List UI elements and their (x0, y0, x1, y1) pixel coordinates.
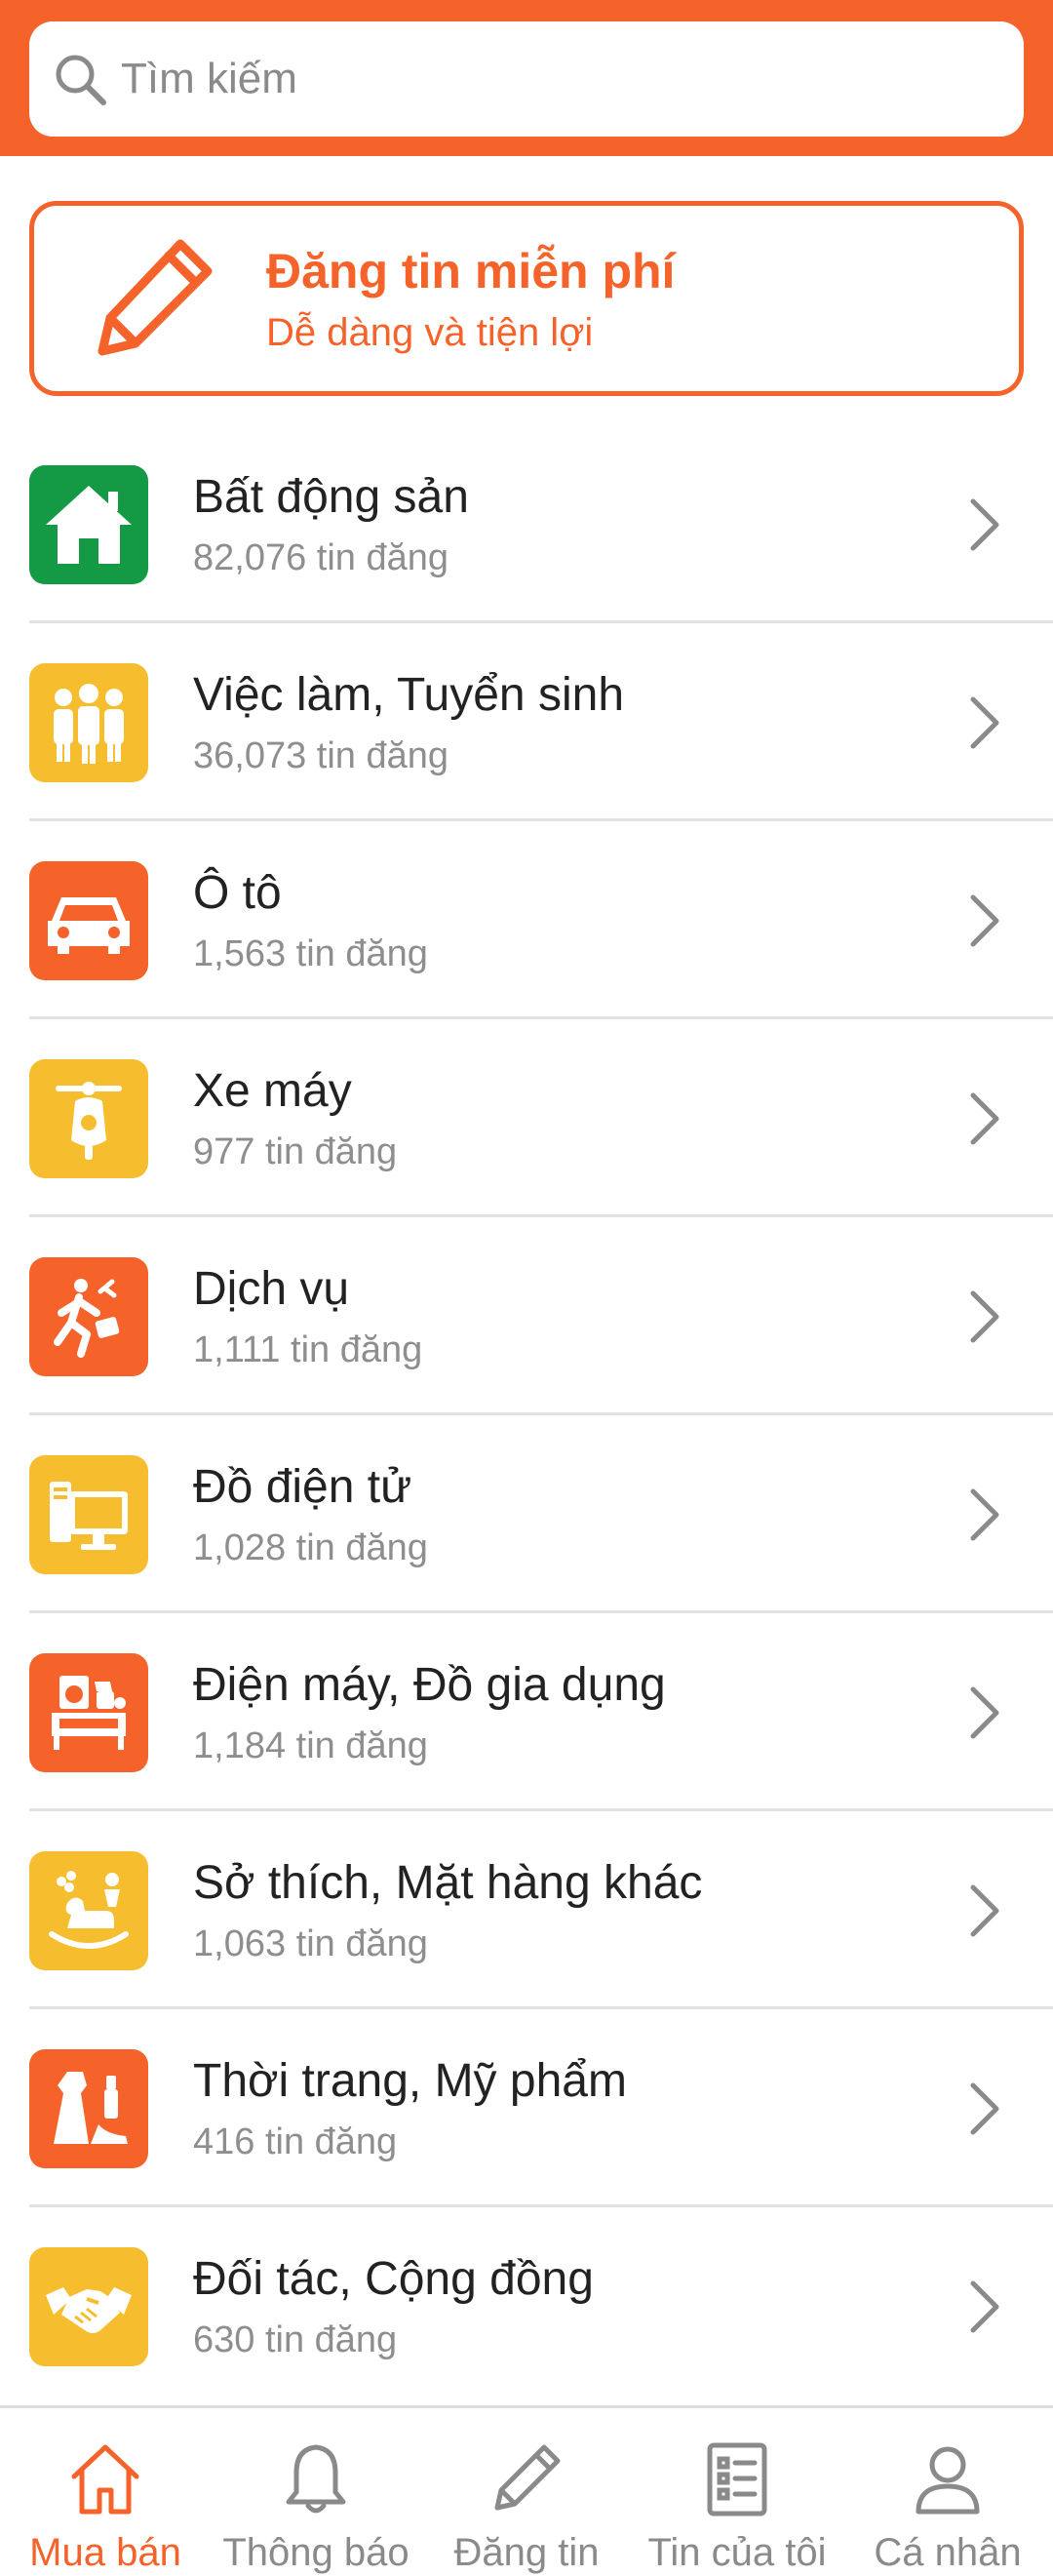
chevron-right-icon (970, 1092, 999, 1144)
category-list: Bất động sản 82,076 tin đăng Việc làm, T… (0, 425, 1053, 2405)
nav-item-ca-nhan[interactable]: Cá nhân (842, 2408, 1053, 2576)
chevron-right-icon (970, 498, 999, 550)
search-input[interactable]: Tìm kiếm (29, 21, 1024, 137)
chevron-right-icon (970, 1686, 999, 1738)
post-free-ad-banner[interactable]: Đăng tin miễn phí Dễ dàng và tiện lợi (29, 201, 1024, 396)
category-count: 630 tin đăng (193, 2318, 398, 2360)
category-name: Việc làm, Tuyển sinh (193, 668, 625, 721)
car-icon (29, 860, 148, 980)
user-icon (916, 2446, 980, 2515)
nav-item-mua-ban[interactable]: Mua bán (0, 2408, 211, 2576)
category-count: 1,184 tin đăng (193, 1724, 428, 1766)
post-banner-title: Đăng tin miễn phí (266, 243, 676, 298)
list-icon (707, 2442, 767, 2517)
search-icon (56, 55, 106, 105)
fashion-icon (29, 2048, 148, 2168)
category-name: Dịch vụ (193, 1262, 350, 1315)
category-item-electronics[interactable]: Đồ điện tử 1,028 tin đăng (0, 1415, 1053, 1613)
category-name: Thời trang, Mỹ phẩm (193, 2054, 627, 2107)
category-count: 1,063 tin đăng (193, 1922, 428, 1964)
category-name: Bất động sản (193, 470, 469, 523)
nav-label: Thông báo (222, 2531, 410, 2574)
nav-item-thong-bao[interactable]: Thông báo (211, 2408, 421, 2576)
category-name: Xe máy (193, 1064, 352, 1117)
chevron-right-icon (970, 696, 999, 748)
pencil-icon (98, 239, 213, 356)
nav-label: Tin của tôi (647, 2531, 827, 2574)
category-item-motorbikes[interactable]: Xe máy 977 tin đăng (0, 1019, 1053, 1217)
category-item-jobs[interactable]: Việc làm, Tuyển sinh 36,073 tin đăng (0, 623, 1053, 821)
people-icon (29, 662, 148, 782)
pencil-icon (494, 2444, 561, 2511)
search-placeholder: Tìm kiếm (121, 55, 297, 102)
category-item-partners[interactable]: Đối tác, Cộng đồng 630 tin đăng (0, 2207, 1053, 2405)
appliances-icon (29, 1652, 148, 1772)
category-item-cars[interactable]: Ô tô 1,563 tin đăng (0, 821, 1053, 1019)
category-item-hobbies[interactable]: Sở thích, Mặt hàng khác 1,063 tin đăng (0, 1811, 1053, 2009)
category-count: 977 tin đăng (193, 1130, 398, 1172)
nav-item-dang-tin[interactable]: Đăng tin (421, 2408, 632, 2576)
category-count: 416 tin đăng (193, 2120, 398, 2162)
category-count: 82,076 tin đăng (193, 536, 449, 578)
chevron-right-icon (970, 1290, 999, 1342)
bell-icon (286, 2444, 346, 2514)
house-icon (29, 464, 148, 584)
scooter-icon (29, 1058, 148, 1178)
bottom-navigation: Mua bán Thông báo Đăng tin Tin của tôi C… (0, 2405, 1053, 2576)
nav-label: Mua bán (29, 2531, 181, 2574)
category-item-fashion[interactable]: Thời trang, Mỹ phẩm 416 tin đăng (0, 2009, 1053, 2207)
category-count: 36,073 tin đăng (193, 734, 449, 776)
category-count: 1,028 tin đăng (193, 1526, 428, 1568)
running-man-icon (29, 1256, 148, 1376)
top-bar: Tìm kiếm (0, 0, 1053, 156)
category-name: Đối tác, Cộng đồng (193, 2252, 594, 2305)
nav-label: Cá nhân (874, 2531, 1022, 2574)
handshake-icon (29, 2246, 148, 2366)
chevron-right-icon (970, 1884, 999, 1936)
rocking-horse-icon (29, 1850, 148, 1970)
post-banner-subtitle: Dễ dàng và tiện lợi (266, 310, 594, 354)
category-name: Điện máy, Đồ gia dụng (193, 1658, 666, 1711)
chevron-right-icon (970, 894, 999, 946)
chevron-right-icon (970, 2082, 999, 2134)
category-item-services[interactable]: Dịch vụ 1,111 tin đăng (0, 1217, 1053, 1415)
category-name: Ô tô (193, 866, 282, 919)
category-count: 1,563 tin đăng (193, 932, 428, 974)
nav-label: Đăng tin (453, 2531, 600, 2574)
category-name: Đồ điện tử (193, 1460, 412, 1513)
chevron-right-icon (970, 2280, 999, 2332)
category-count: 1,111 tin đăng (193, 1328, 423, 1370)
nav-item-tin-cua-toi[interactable]: Tin của tôi (632, 2408, 842, 2576)
chevron-right-icon (970, 1488, 999, 1540)
category-name: Sở thích, Mặt hàng khác (193, 1856, 703, 1909)
category-item-real-estate[interactable]: Bất động sản 82,076 tin đăng (0, 425, 1053, 623)
category-item-home-appliances[interactable]: Điện máy, Đồ gia dụng 1,184 tin đăng (0, 1613, 1053, 1811)
home-icon (71, 2444, 139, 2515)
computer-icon (29, 1454, 148, 1574)
